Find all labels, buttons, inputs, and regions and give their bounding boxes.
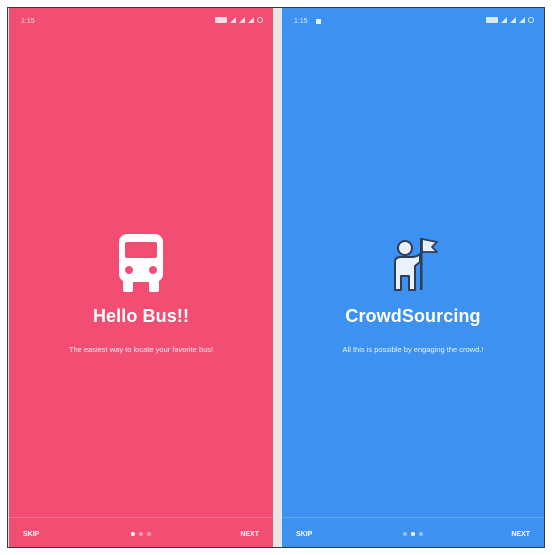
onboarding-title: CrowdSourcing <box>345 306 481 326</box>
page-dot-2[interactable] <box>139 532 143 536</box>
page-dot-3[interactable] <box>147 532 151 536</box>
screenshot-frame: 1:15 Hello Bus!! The easiest way to loca… <box>7 7 545 548</box>
onboarding-screen-bus: 1:15 Hello Bus!! The easiest way to loca… <box>9 8 273 547</box>
onboarding-description: The easiest way to locate your favorite … <box>68 345 214 354</box>
signal-icon <box>239 17 245 23</box>
onboarding-content: Hello Bus!! The easiest way to locate yo… <box>9 232 273 354</box>
page-dot-1[interactable] <box>403 532 407 536</box>
person-with-flag-icon <box>394 238 438 291</box>
page-dot-1[interactable] <box>131 532 135 536</box>
status-bar: 1:15 <box>9 8 273 36</box>
nav-divider <box>9 517 273 518</box>
status-time: 1:15 <box>21 18 35 25</box>
onboarding-content: CrowdSourcing All this is possible by en… <box>282 232 544 354</box>
status-icons <box>215 17 263 23</box>
page-indicator <box>131 532 151 536</box>
battery-icon <box>257 17 263 23</box>
onboarding-description: All this is possible by engaging the cro… <box>342 345 484 354</box>
notification-icon <box>316 19 321 24</box>
page-indicator <box>403 532 423 536</box>
signal-icon-2 <box>248 17 254 23</box>
bus-icon <box>119 234 163 292</box>
page-dot-3[interactable] <box>419 532 423 536</box>
battery-saver-icon <box>215 17 227 23</box>
next-button[interactable]: NEXT <box>240 531 259 538</box>
status-time: 1:15 <box>294 18 308 25</box>
status-icons <box>486 17 534 23</box>
onboarding-nav-bar: SKIP NEXT <box>282 517 544 547</box>
battery-saver-icon <box>486 17 498 23</box>
onboarding-screen-crowdsourcing: 1:15 CrowdSourcing All this is possible … <box>282 8 544 547</box>
skip-button[interactable]: SKIP <box>296 531 312 538</box>
page-dot-2[interactable] <box>411 532 415 536</box>
signal-icon <box>510 17 516 23</box>
battery-icon <box>528 17 534 23</box>
skip-button[interactable]: SKIP <box>23 531 39 538</box>
nav-divider <box>282 517 544 518</box>
signal-icon-2 <box>519 17 525 23</box>
wifi-icon <box>501 17 507 23</box>
wifi-icon <box>230 17 236 23</box>
onboarding-title: Hello Bus!! <box>92 306 190 326</box>
status-bar: 1:15 <box>282 8 544 36</box>
onboarding-nav-bar: SKIP NEXT <box>9 517 273 547</box>
next-button[interactable]: NEXT <box>511 531 530 538</box>
